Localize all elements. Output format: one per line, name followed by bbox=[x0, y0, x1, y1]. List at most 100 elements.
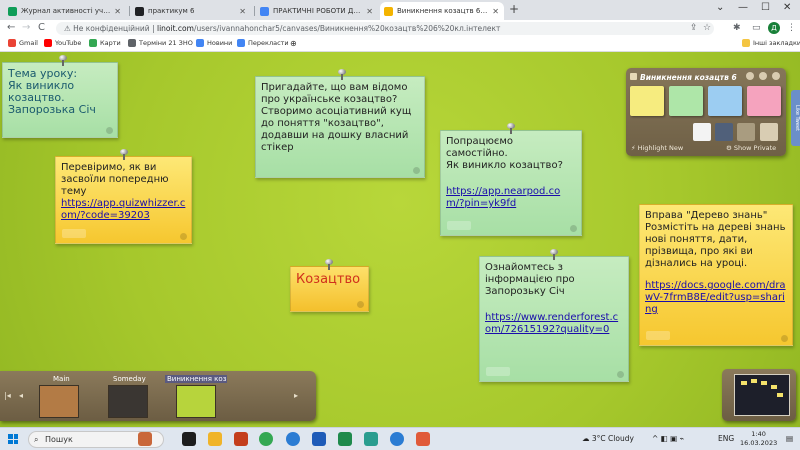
tab-practical-works[interactable]: ПРАКТИЧНІ РОБОТИ ДО ЗАНЯТЬ ✕ bbox=[256, 2, 378, 20]
palette-help-icon[interactable] bbox=[746, 72, 754, 80]
bookmark-maps[interactable]: Карти bbox=[89, 39, 121, 47]
pink-sticky-swatch[interactable] bbox=[747, 86, 781, 116]
search-icon: ⌕ bbox=[34, 435, 39, 444]
note-text: Козацтво bbox=[296, 272, 361, 287]
note-menu-icon[interactable] bbox=[180, 233, 187, 240]
close-tab-icon[interactable]: ✕ bbox=[114, 7, 121, 16]
prev-board-icon[interactable]: ◂ bbox=[19, 391, 23, 400]
close-tab-icon[interactable]: ✕ bbox=[366, 7, 373, 16]
powerpoint-icon[interactable] bbox=[234, 432, 248, 446]
tray-icons[interactable]: ^ ◧ ▣ ⌁ bbox=[652, 434, 684, 443]
excel-icon[interactable] bbox=[338, 432, 352, 446]
pushpin-icon bbox=[550, 249, 558, 260]
note-menu-icon[interactable] bbox=[413, 167, 420, 174]
extensions-icon[interactable]: ✱ bbox=[733, 23, 741, 33]
board-thumb-main[interactable] bbox=[39, 385, 79, 418]
close-tab-icon[interactable]: ✕ bbox=[239, 7, 246, 16]
sticky-note-topic[interactable]: Тема уроку: Як виникло козацтво. Запороз… bbox=[2, 55, 118, 138]
next-board-icon[interactable]: ▸ bbox=[294, 391, 298, 400]
note-menu-icon[interactable] bbox=[781, 335, 788, 342]
social-side-tab[interactable]: Like Tweet bbox=[791, 90, 800, 146]
other-bookmarks[interactable]: Інші закладки bbox=[742, 39, 800, 47]
tab-kozatstvo-canvas[interactable]: Виникнення козацтв 6 кл.інтеле ✕ bbox=[380, 2, 504, 20]
blue-sticky-swatch[interactable] bbox=[708, 86, 742, 116]
close-tab-icon[interactable]: ✕ bbox=[492, 7, 499, 16]
photos-icon[interactable] bbox=[364, 432, 378, 446]
menu-icon[interactable]: ⋮ bbox=[787, 23, 796, 33]
weather-widget[interactable]: ☁ 3°C Cloudy bbox=[582, 434, 634, 443]
tab-praktykum[interactable]: практикум 6 ✕ bbox=[131, 2, 251, 20]
new-tab-button[interactable]: + bbox=[509, 2, 519, 16]
windows-start-icon[interactable] bbox=[8, 434, 18, 444]
file-tool-icon[interactable] bbox=[715, 123, 733, 141]
address-bar[interactable]: ⚠ Не конфіденційний | linoit.com/users/i… bbox=[56, 22, 714, 35]
back-button[interactable]: ← bbox=[7, 22, 15, 33]
sticky-note-renderforest[interactable]: Ознайомтесь з інформацією про Запорозьку… bbox=[479, 249, 629, 382]
first-board-icon[interactable]: |◂ bbox=[4, 391, 11, 400]
bookmark-gmail[interactable]: Gmail bbox=[8, 39, 38, 47]
reload-button[interactable]: C bbox=[38, 22, 45, 33]
system-clock[interactable]: 1:40 16.03.2023 bbox=[740, 430, 777, 448]
sticky-note-tree[interactable]: Вправа "Дерево знань" Розмістіть на дере… bbox=[639, 204, 793, 346]
tab-search-icon[interactable]: ⌄ bbox=[716, 2, 724, 13]
notifications-icon[interactable]: ▤ bbox=[786, 434, 793, 443]
tab-strip: Журнал активності учасників | ... ✕ прак… bbox=[0, 0, 800, 20]
news-icon bbox=[196, 39, 204, 47]
palette-settings-icon[interactable] bbox=[759, 72, 767, 80]
share-icon[interactable]: ⇪ bbox=[690, 23, 698, 33]
linoit-canvas[interactable]: Тема уроку: Як виникло козацтво. Запороз… bbox=[0, 52, 800, 427]
pushpin-icon bbox=[325, 259, 333, 270]
note-menu-icon[interactable] bbox=[106, 127, 113, 134]
green-sticky-swatch[interactable] bbox=[669, 86, 703, 116]
zoom-icon[interactable] bbox=[286, 432, 300, 446]
sticky-note-nearpod[interactable]: Попрацюємо самостійно. Як виникло козацт… bbox=[440, 123, 582, 236]
bookmark-star-icon[interactable]: ☆ bbox=[703, 23, 711, 33]
stack-tool-icon[interactable] bbox=[737, 123, 755, 141]
app-badge-icon[interactable] bbox=[416, 432, 430, 446]
warning-icon[interactable]: ⚠ bbox=[64, 24, 73, 33]
profile-avatar[interactable]: Д bbox=[768, 22, 780, 34]
gmail-icon bbox=[8, 39, 16, 47]
chrome-icon[interactable] bbox=[259, 432, 273, 446]
note-menu-icon[interactable] bbox=[617, 371, 624, 378]
minimize-button[interactable]: — bbox=[738, 2, 748, 13]
close-window-button[interactable]: ✕ bbox=[783, 2, 791, 13]
sticky-note-kozatstvo[interactable]: Козацтво bbox=[290, 259, 369, 312]
file-explorer-icon[interactable] bbox=[208, 432, 222, 446]
viber-icon[interactable] bbox=[390, 432, 404, 446]
note-stamp bbox=[646, 331, 670, 340]
bookmark-news[interactable]: Новини bbox=[196, 39, 232, 47]
note-link-quizwhizzer[interactable]: https://app.quizwhizzer.com/?code=39203 bbox=[61, 198, 186, 222]
note-link-renderforest[interactable]: https://www.renderforest.com/72615192?qu… bbox=[485, 312, 623, 336]
tab-activity-journal[interactable]: Журнал активності учасників | ... ✕ bbox=[4, 2, 126, 20]
word-icon[interactable] bbox=[312, 432, 326, 446]
note-link-nearpod[interactable]: https://app.nearpod.com/?pin=yk9fd bbox=[446, 186, 576, 210]
sidepanel-icon[interactable]: ▭ bbox=[752, 23, 761, 33]
task-view-icon[interactable] bbox=[182, 432, 196, 446]
pushpin-icon bbox=[120, 149, 128, 160]
note-text: Тема уроку: Як виникло козацтво. Запороз… bbox=[8, 67, 96, 116]
forward-button[interactable]: → bbox=[22, 22, 30, 33]
photo-tool-icon[interactable] bbox=[693, 123, 711, 141]
note-link-google-docs[interactable]: https://docs.google.com/drawV-7frmB8E/ed… bbox=[645, 280, 787, 316]
yellow-sticky-swatch[interactable] bbox=[630, 86, 664, 116]
maximize-button[interactable]: ☐ bbox=[761, 2, 770, 13]
language-indicator[interactable]: ENG bbox=[718, 434, 734, 443]
clock-time: 1:40 bbox=[751, 430, 766, 438]
bookmark-translate[interactable]: Перекласти bbox=[237, 39, 289, 47]
highlight-new-toggle[interactable]: ⚡ Highlight New bbox=[631, 144, 683, 152]
board-thumb-current[interactable] bbox=[176, 385, 216, 418]
note-menu-icon[interactable] bbox=[357, 301, 364, 308]
show-private-toggle[interactable]: ⚙ Show Private bbox=[726, 144, 776, 152]
palette-power-icon[interactable] bbox=[772, 72, 780, 80]
sticky-note-quiz[interactable]: Перевіримо, як ви засвоїли попередню тем… bbox=[55, 149, 192, 244]
bookmark-zno[interactable]: Терміни 21 ЗНО bbox=[128, 39, 193, 47]
blank-sticky-icon[interactable] bbox=[760, 123, 778, 141]
canvas-minimap[interactable] bbox=[722, 369, 796, 421]
boards-bar: |◂ ◂ Main Someday Виникнення коз ▸ bbox=[0, 371, 316, 421]
bookmark-youtube[interactable]: YouTube bbox=[44, 39, 81, 47]
sticky-note-recall[interactable]: Пригадайте, що вам відомо про українське… bbox=[255, 69, 425, 178]
bookmark-globe[interactable]: ⊕ bbox=[290, 39, 297, 48]
note-menu-icon[interactable] bbox=[570, 225, 577, 232]
board-thumb-someday[interactable] bbox=[108, 385, 148, 418]
